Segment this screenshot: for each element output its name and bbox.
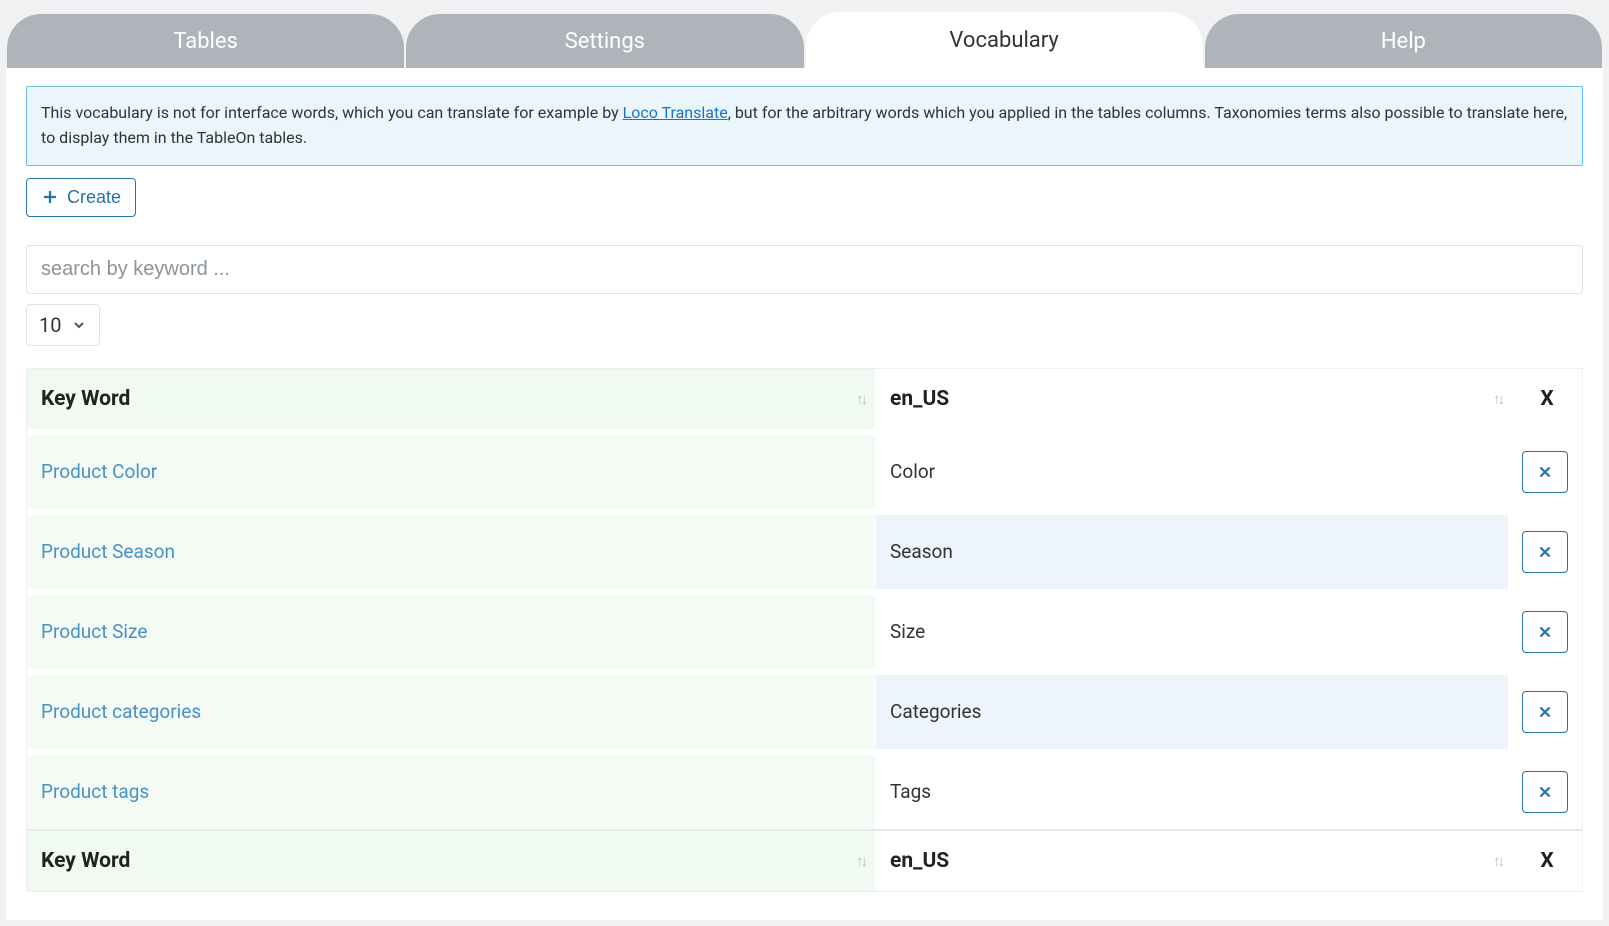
sort-icon: ↑↓ [1493, 852, 1502, 870]
close-icon [1536, 623, 1554, 641]
table-header: Key Word ↑↓ en_US ↑↓ X [27, 369, 1582, 429]
info-notice: This vocabulary is not for interface wor… [26, 86, 1583, 166]
header-keyword[interactable]: Key Word ↑↓ [27, 369, 876, 429]
plus-icon [41, 188, 59, 206]
close-icon [1536, 703, 1554, 721]
table-body: Product Color Color Product Season Seaso… [27, 429, 1582, 829]
header-delete-label: X [1540, 387, 1553, 411]
sort-icon: ↑↓ [856, 852, 865, 870]
translation-cell[interactable]: Size [876, 595, 1508, 669]
delete-button[interactable] [1522, 451, 1568, 493]
tab-tables[interactable]: Tables [7, 14, 404, 68]
delete-button[interactable] [1522, 691, 1568, 733]
chevron-down-icon [71, 317, 87, 333]
keyword-link[interactable]: Product Color [41, 460, 157, 483]
create-button[interactable]: Create [26, 178, 136, 217]
close-icon [1536, 463, 1554, 481]
info-text-pre: This vocabulary is not for interface wor… [41, 103, 623, 122]
tab-settings[interactable]: Settings [406, 14, 803, 68]
page-size-value: 10 [39, 313, 61, 337]
keyword-link[interactable]: Product Size [41, 620, 147, 643]
tab-vocabulary[interactable]: Vocabulary [806, 12, 1203, 68]
keyword-link[interactable]: Product Season [41, 540, 175, 563]
header-en-us-label: en_US [890, 387, 949, 411]
close-icon [1536, 543, 1554, 561]
tab-help[interactable]: Help [1205, 14, 1602, 68]
vocabulary-table: Key Word ↑↓ en_US ↑↓ X Product Color Col… [26, 368, 1583, 892]
info-link-loco[interactable]: Loco Translate [623, 103, 728, 122]
table-row: Product tags Tags [27, 749, 1582, 829]
footer-keyword-label: Key Word [41, 849, 130, 873]
sort-icon: ↑↓ [1493, 390, 1502, 408]
table-row: Product Color Color [27, 429, 1582, 509]
header-en-us[interactable]: en_US ↑↓ [876, 369, 1512, 429]
create-button-label: Create [67, 187, 121, 208]
table-row: Product categories Categories [27, 669, 1582, 749]
search-input[interactable] [26, 245, 1583, 294]
footer-delete: X [1512, 829, 1582, 891]
translation-cell[interactable]: Categories [876, 675, 1508, 749]
table-row: Product Size Size [27, 589, 1582, 669]
tabs-bar: Tables Settings Vocabulary Help [0, 0, 1609, 68]
footer-delete-label: X [1540, 849, 1553, 873]
delete-button[interactable] [1522, 611, 1568, 653]
keyword-link[interactable]: Product tags [41, 780, 149, 803]
header-keyword-label: Key Word [41, 387, 130, 411]
delete-button[interactable] [1522, 531, 1568, 573]
table-footer: Key Word ↑↓ en_US ↑↓ X [27, 829, 1582, 891]
translation-cell[interactable]: Season [876, 515, 1508, 589]
translation-cell[interactable]: Tags [876, 755, 1508, 829]
page-size-select[interactable]: 10 [26, 304, 100, 346]
close-icon [1536, 783, 1554, 801]
delete-button[interactable] [1522, 771, 1568, 813]
translation-cell[interactable]: Color [876, 435, 1508, 509]
vocabulary-panel: This vocabulary is not for interface wor… [6, 68, 1603, 920]
footer-keyword[interactable]: Key Word ↑↓ [27, 829, 876, 891]
table-row: Product Season Season [27, 509, 1582, 589]
header-delete: X [1512, 369, 1582, 429]
keyword-link[interactable]: Product categories [41, 700, 201, 723]
footer-en-us[interactable]: en_US ↑↓ [876, 829, 1512, 891]
sort-icon: ↑↓ [856, 390, 865, 408]
footer-en-us-label: en_US [890, 849, 949, 873]
